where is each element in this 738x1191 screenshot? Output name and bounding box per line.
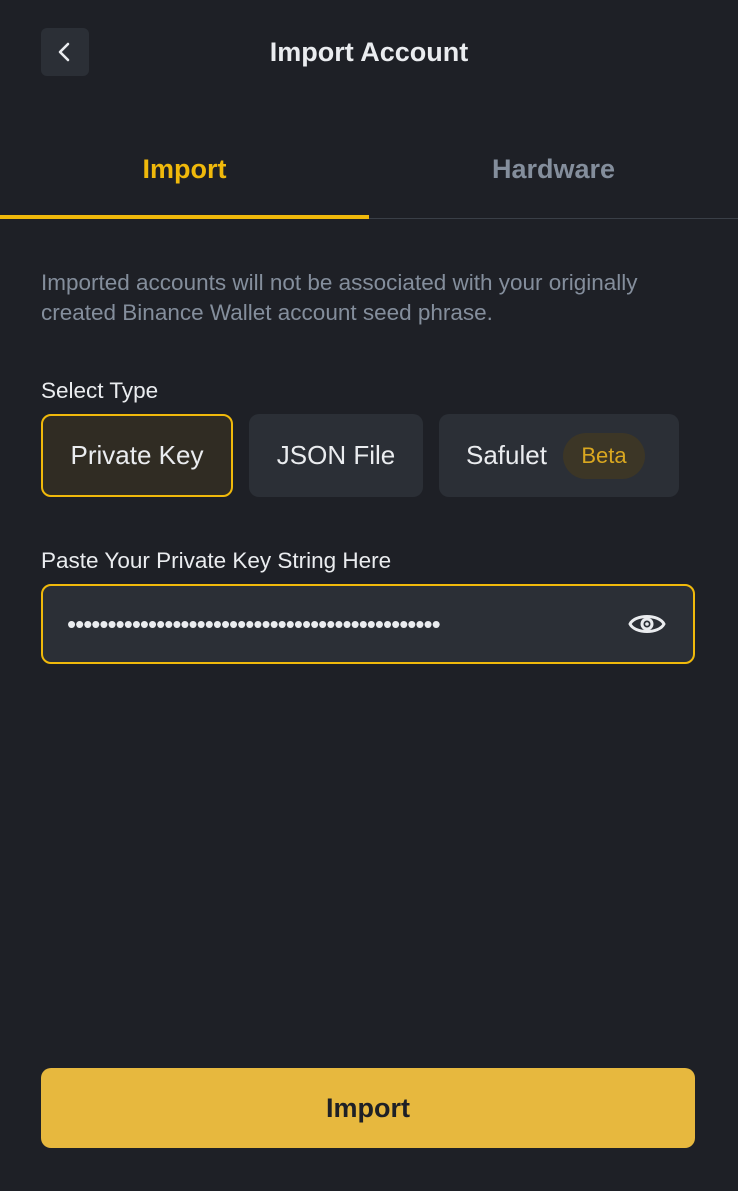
tab-import[interactable]: Import — [0, 120, 369, 218]
tab-hardware[interactable]: Hardware — [369, 120, 738, 218]
private-key-input[interactable]: ••••••••••••••••••••••••••••••••••••••••… — [41, 584, 695, 664]
type-json-file-button[interactable]: JSON File — [249, 414, 423, 497]
import-account-page: Import Account Import Hardware Imported … — [0, 0, 738, 1191]
tab-bar: Import Hardware — [0, 120, 738, 220]
eye-icon — [628, 615, 666, 633]
type-private-key-label: Private Key — [70, 440, 204, 470]
toggle-visibility-button[interactable] — [627, 606, 667, 642]
private-key-masked-value: ••••••••••••••••••••••••••••••••••••••••… — [67, 609, 441, 639]
type-safulet-button[interactable]: Safulet Beta — [439, 414, 679, 497]
type-private-key-button[interactable]: Private Key — [41, 414, 233, 497]
active-tab-indicator — [0, 215, 369, 219]
type-safulet-label: Safulet — [466, 440, 547, 470]
header: Import Account — [0, 0, 738, 104]
import-notice: Imported accounts will not be associated… — [41, 270, 638, 325]
select-type-label: Select Type — [41, 378, 159, 403]
beta-badge: Beta — [562, 432, 645, 479]
private-key-label: Paste Your Private Key String Here — [41, 548, 392, 573]
type-json-file-label: JSON File — [276, 440, 396, 470]
import-button[interactable]: Import — [41, 1068, 695, 1148]
page-title: Import Account — [269, 37, 469, 67]
